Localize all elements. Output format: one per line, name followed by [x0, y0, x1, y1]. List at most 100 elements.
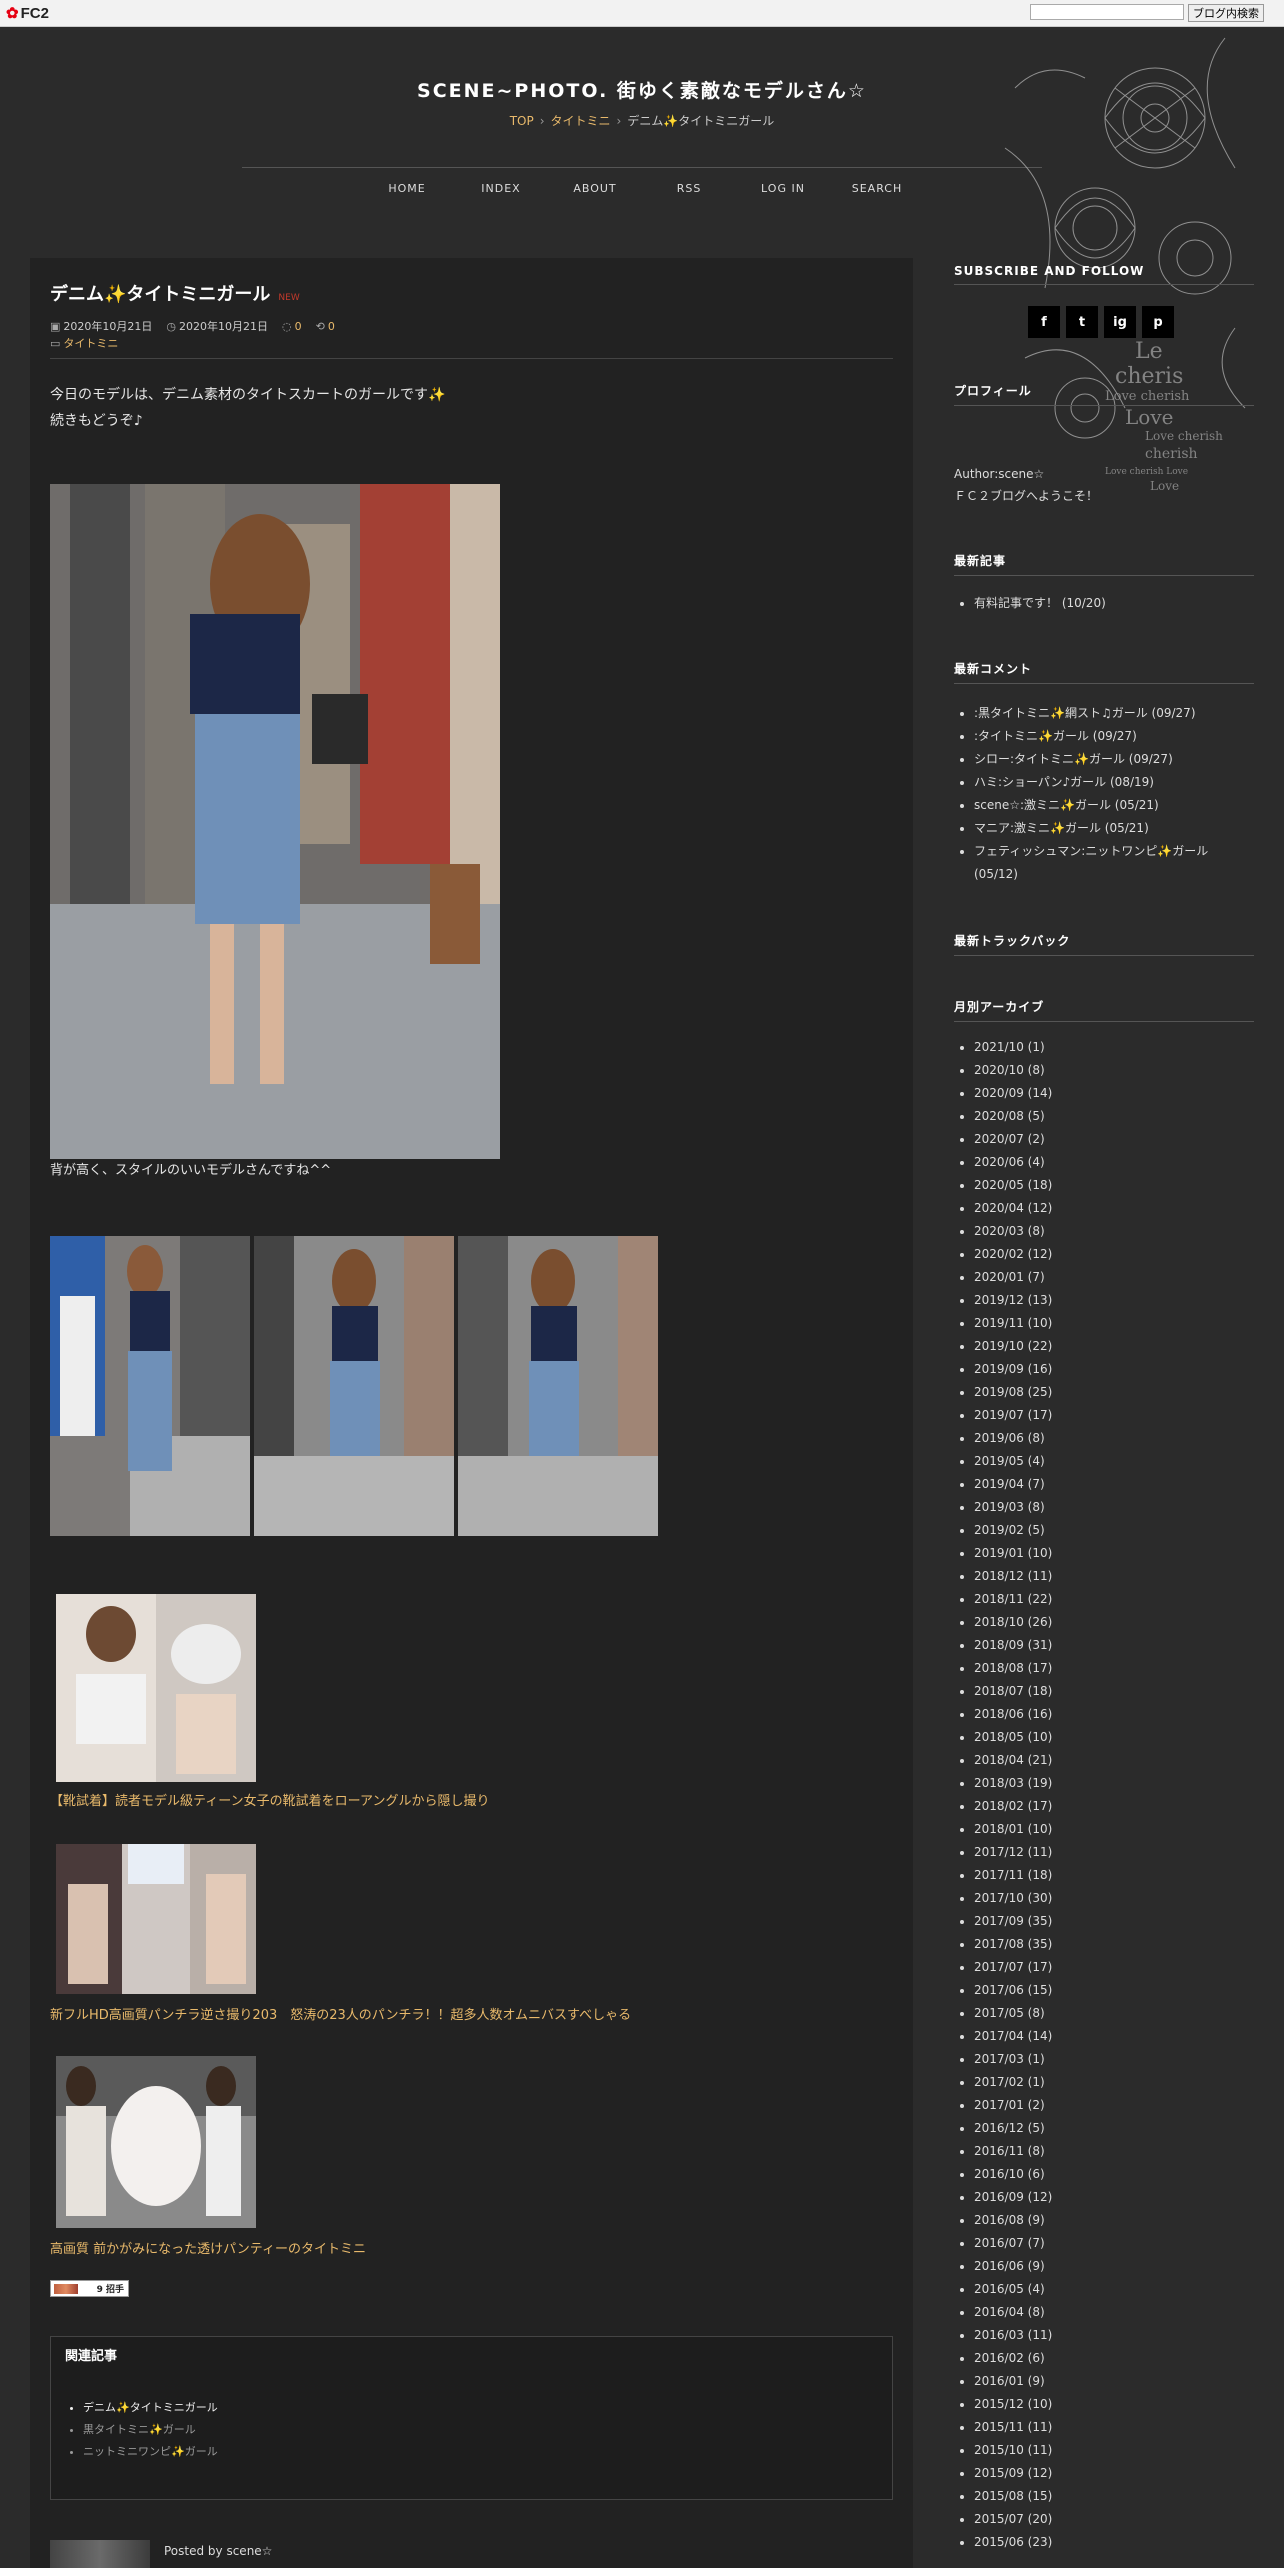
related-item[interactable]: ニットミニワンピ✨ガール: [83, 2441, 218, 2463]
ad-link-3[interactable]: 高画質 前かがみになった透けパンティーのタイトミニ: [50, 2238, 366, 2257]
archive-item[interactable]: 2015/06 (23): [974, 2531, 1254, 2554]
comment-item[interactable]: シロー:タイトミニ✨ガール (09/27): [974, 748, 1254, 771]
archive-item[interactable]: 2019/09 (16): [974, 1358, 1254, 1381]
archive-item[interactable]: 2021/10 (1): [974, 1036, 1254, 1059]
comment-item[interactable]: ハミ:ショーパン♪ガール (08/19): [974, 771, 1254, 794]
archive-item[interactable]: 2020/01 (7): [974, 1266, 1254, 1289]
breadcrumb-top[interactable]: TOP: [510, 114, 534, 128]
entry-title-text[interactable]: デニム✨タイトミニガール: [50, 284, 270, 305]
archive-item[interactable]: 2016/04 (8): [974, 2301, 1254, 2324]
archive-item[interactable]: 2020/07 (2): [974, 1128, 1254, 1151]
nav-rss[interactable]: RSS: [642, 182, 736, 195]
instagram-icon[interactable]: ig: [1104, 306, 1136, 338]
archive-item[interactable]: 2017/01 (2): [974, 2094, 1254, 2117]
archive-item[interactable]: 2019/02 (5): [974, 1519, 1254, 1542]
archive-item[interactable]: 2019/11 (10): [974, 1312, 1254, 1335]
archive-item[interactable]: 2020/02 (12): [974, 1243, 1254, 1266]
archive-item[interactable]: 2017/12 (11): [974, 1841, 1254, 1864]
archive-item[interactable]: 2019/05 (4): [974, 1450, 1254, 1473]
trackback-count[interactable]: ⟲ 0: [316, 320, 335, 333]
nav-search[interactable]: SEARCH: [830, 182, 924, 195]
ad-image-3[interactable]: [56, 2056, 256, 2228]
archive-item[interactable]: 2020/08 (5): [974, 1105, 1254, 1128]
archive-item[interactable]: 2015/10 (11): [974, 2439, 1254, 2462]
main-photo[interactable]: [50, 484, 500, 1159]
archive-item[interactable]: 2016/01 (9): [974, 2370, 1254, 2393]
archive-item[interactable]: 2018/08 (17): [974, 1657, 1254, 1680]
archive-item[interactable]: 2016/03 (11): [974, 2324, 1254, 2347]
archive-item[interactable]: 2018/01 (10): [974, 1818, 1254, 1841]
comment-count[interactable]: ◌ 0: [282, 320, 302, 333]
archive-item[interactable]: 2017/03 (1): [974, 2048, 1254, 2071]
pinterest-icon[interactable]: p: [1142, 306, 1174, 338]
archive-item[interactable]: 2016/08 (9): [974, 2209, 1254, 2232]
thumbnail-2[interactable]: [254, 1236, 454, 1536]
archive-item[interactable]: 2018/03 (19): [974, 1772, 1254, 1795]
archive-item[interactable]: 2018/11 (22): [974, 1588, 1254, 1611]
thumbnail-3[interactable]: [458, 1236, 658, 1536]
archive-item[interactable]: 2016/02 (6): [974, 2347, 1254, 2370]
archive-item[interactable]: 2019/01 (10): [974, 1542, 1254, 1565]
clap-banner[interactable]: 9 招手: [50, 2280, 129, 2297]
ad-link-1[interactable]: 【靴試着】読者モデル級ティーン女子の靴試着をローアングルから隠し撮り: [50, 1790, 490, 1809]
archive-item[interactable]: 2018/04 (21): [974, 1749, 1254, 1772]
ad-link-2[interactable]: 新フルHD高画質パンチラ逆さ撮り203 怒涛の23人のパンチラ！！超多人数オムニ…: [50, 2004, 631, 2023]
archive-item[interactable]: 2016/10 (6): [974, 2163, 1254, 2186]
archive-item[interactable]: 2020/05 (18): [974, 1174, 1254, 1197]
archive-item[interactable]: 2016/05 (4): [974, 2278, 1254, 2301]
archive-item[interactable]: 2017/04 (14): [974, 2025, 1254, 2048]
ad-image-2[interactable]: [56, 1844, 256, 1994]
entry-category[interactable]: ▭ タイトミニ: [50, 335, 118, 351]
archive-item[interactable]: 2017/10 (30): [974, 1887, 1254, 1910]
archive-item[interactable]: 2017/07 (17): [974, 1956, 1254, 1979]
archive-item[interactable]: 2018/12 (11): [974, 1565, 1254, 1588]
archive-item[interactable]: 2016/11 (8): [974, 2140, 1254, 2163]
archive-item[interactable]: 2018/05 (10): [974, 1726, 1254, 1749]
archive-item[interactable]: 2015/08 (15): [974, 2485, 1254, 2508]
recent-post-item[interactable]: 有料記事です！ (10/20): [974, 594, 1254, 611]
nav-home[interactable]: HOME: [360, 182, 454, 195]
nav-about[interactable]: ABOUT: [548, 182, 642, 195]
archive-item[interactable]: 2015/12 (10): [974, 2393, 1254, 2416]
archive-item[interactable]: 2018/07 (18): [974, 1680, 1254, 1703]
twitter-icon[interactable]: t: [1066, 306, 1098, 338]
nav-login[interactable]: LOG IN: [736, 182, 830, 195]
archive-item[interactable]: 2019/12 (13): [974, 1289, 1254, 1312]
archive-item[interactable]: 2020/10 (8): [974, 1059, 1254, 1082]
related-item[interactable]: デニム✨タイトミニガール: [83, 2397, 218, 2419]
ad-image-1[interactable]: [56, 1594, 256, 1782]
archive-item[interactable]: 2018/02 (17): [974, 1795, 1254, 1818]
archive-item[interactable]: 2019/06 (8): [974, 1427, 1254, 1450]
comment-item[interactable]: フェティッシュマン:ニットワンピ✨ガール (05/12): [974, 840, 1254, 886]
archive-item[interactable]: 2019/08 (25): [974, 1381, 1254, 1404]
thumbnail-1[interactable]: [50, 1236, 250, 1536]
archive-item[interactable]: 2018/10 (26): [974, 1611, 1254, 1634]
archive-item[interactable]: 2018/09 (31): [974, 1634, 1254, 1657]
archive-item[interactable]: 2019/03 (8): [974, 1496, 1254, 1519]
archive-item[interactable]: 2017/09 (35): [974, 1910, 1254, 1933]
archive-item[interactable]: 2019/07 (17): [974, 1404, 1254, 1427]
blog-search-button[interactable]: ブログ内検索: [1188, 4, 1264, 22]
comment-item[interactable]: マニア:激ミニ✨ガール (05/21): [974, 817, 1254, 840]
archive-item[interactable]: 2016/07 (7): [974, 2232, 1254, 2255]
archive-item[interactable]: 2018/06 (16): [974, 1703, 1254, 1726]
archive-item[interactable]: 2016/09 (12): [974, 2186, 1254, 2209]
comment-item[interactable]: scene☆:激ミニ✨ガール (05/21): [974, 794, 1254, 817]
fc2-logo[interactable]: ✿ FC2: [6, 4, 49, 22]
breadcrumb-category[interactable]: タイトミニ: [551, 114, 611, 128]
archive-item[interactable]: 2016/12 (5): [974, 2117, 1254, 2140]
archive-item[interactable]: 2015/07 (20): [974, 2508, 1254, 2531]
archive-item[interactable]: 2020/09 (14): [974, 1082, 1254, 1105]
archive-item[interactable]: 2017/11 (18): [974, 1864, 1254, 1887]
facebook-icon[interactable]: f: [1028, 306, 1060, 338]
archive-item[interactable]: 2020/06 (4): [974, 1151, 1254, 1174]
archive-item[interactable]: 2017/06 (15): [974, 1979, 1254, 2002]
archive-item[interactable]: 2017/08 (35): [974, 1933, 1254, 1956]
archive-item[interactable]: 2015/11 (11): [974, 2416, 1254, 2439]
archive-item[interactable]: 2016/06 (9): [974, 2255, 1254, 2278]
comment-item[interactable]: :タイトミニ✨ガール (09/27): [974, 725, 1254, 748]
related-item[interactable]: 黒タイトミニ✨ガール: [83, 2419, 218, 2441]
archive-item[interactable]: 2015/09 (12): [974, 2462, 1254, 2485]
archive-item[interactable]: 2017/02 (1): [974, 2071, 1254, 2094]
archive-item[interactable]: 2019/10 (22): [974, 1335, 1254, 1358]
